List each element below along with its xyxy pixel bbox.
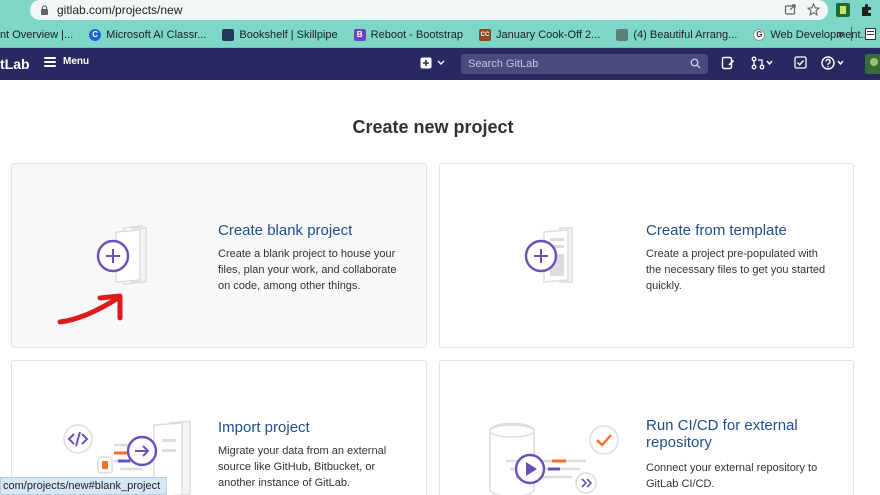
blank-project-illustration-icon bbox=[96, 225, 147, 285]
card-description: Create a blank project to house your fil… bbox=[218, 248, 397, 292]
bookmarks-bar: nt Overview |... C Microsoft AI Classr..… bbox=[0, 22, 880, 48]
import-project-card[interactable]: Import project Migrate your data from an… bbox=[11, 360, 427, 495]
run-cicd-card[interactable]: Run CI/CD for external repository Connec… bbox=[439, 360, 854, 495]
menu-button[interactable]: Menu bbox=[44, 56, 89, 67]
pinterest-icon bbox=[616, 28, 629, 41]
bookmark-item[interactable]: B Reboot - Bootstrap bbox=[353, 28, 463, 41]
help-icon[interactable] bbox=[821, 56, 849, 70]
bookmark-item[interactable]: (4) Beautiful Arrang... bbox=[616, 28, 738, 41]
chevron-down-icon bbox=[437, 60, 445, 65]
card-title: Run CI/CD for external repository bbox=[646, 417, 798, 451]
google-icon: G bbox=[753, 28, 766, 41]
card-description: Create a project pre-populated with the … bbox=[646, 248, 826, 292]
bookmark-label: Web Development... bbox=[770, 28, 870, 41]
merge-request-icon[interactable] bbox=[751, 56, 773, 70]
bookmark-label: Bookshelf | Skillpipe bbox=[239, 28, 338, 41]
hamburger-icon bbox=[44, 56, 56, 67]
share-icon[interactable] bbox=[784, 3, 797, 16]
new-dropdown-button[interactable] bbox=[420, 57, 445, 69]
template-illustration-icon bbox=[524, 227, 573, 283]
browser-toolbar: gitlab.com/projects/new bbox=[0, 0, 880, 22]
search-placeholder: Search GitLab bbox=[468, 58, 539, 70]
bookmark-item[interactable]: C Microsoft AI Classr... bbox=[89, 28, 207, 41]
card-description: Migrate your data from an external sourc… bbox=[218, 445, 387, 489]
page-title: Create new project bbox=[352, 117, 514, 137]
card-title: Create from template bbox=[646, 222, 787, 239]
gitlab-header: tLab Menu Search GitLab bbox=[0, 48, 880, 80]
extension-icon[interactable] bbox=[836, 3, 850, 17]
bookmark-label: January Cook-Off 2... bbox=[496, 28, 601, 41]
lock-icon bbox=[41, 5, 48, 15]
create-from-template-card[interactable]: Create from template Create a project pr… bbox=[439, 163, 854, 348]
create-blank-project-card[interactable]: Create blank project Create a blank proj… bbox=[11, 163, 427, 348]
red-arrow-annotation-icon bbox=[57, 293, 123, 325]
bookmark-label: Reboot - Bootstrap bbox=[370, 28, 463, 41]
bookmark-label: nt Overview |... bbox=[0, 28, 74, 41]
codechef-icon: CC bbox=[479, 28, 491, 41]
bookmark-label: Microsoft AI Classr... bbox=[106, 28, 207, 41]
search-icon bbox=[690, 58, 701, 69]
card-title: Import project bbox=[218, 419, 310, 436]
bookmarks-separator bbox=[851, 27, 852, 41]
bookmark-item[interactable]: nt Overview |... bbox=[0, 29, 73, 41]
bookmark-star-icon[interactable] bbox=[807, 3, 820, 16]
url-text: gitlab.com/projects/new bbox=[57, 3, 183, 17]
card-description: Connect your external repository to GitL… bbox=[646, 462, 818, 490]
todo-check-icon[interactable] bbox=[794, 56, 807, 69]
bookmark-label: (4) Beautiful Arrang... bbox=[633, 28, 738, 41]
cicd-illustration-icon bbox=[489, 422, 619, 495]
puzzle-icon[interactable] bbox=[859, 3, 873, 17]
bookmark-favicon-icon: C bbox=[89, 28, 102, 41]
bootstrap-icon: B bbox=[353, 28, 366, 41]
gitlab-logo[interactable]: tLab bbox=[0, 56, 30, 72]
more-bookmarks-button[interactable]: » bbox=[837, 27, 844, 41]
reading-list-icon[interactable] bbox=[865, 28, 876, 40]
plus-square-icon bbox=[420, 57, 432, 69]
browser-status-bar: com/projects/new#blank_project bbox=[0, 477, 168, 495]
search-input[interactable]: Search GitLab bbox=[461, 54, 708, 74]
book-icon bbox=[222, 28, 235, 41]
avatar[interactable] bbox=[865, 54, 880, 74]
issues-icon[interactable] bbox=[721, 56, 735, 70]
menu-label: Menu bbox=[63, 56, 90, 67]
address-bar[interactable]: gitlab.com/projects/new bbox=[30, 0, 828, 20]
card-title: Create blank project bbox=[218, 222, 353, 239]
bookmark-item[interactable]: CC January Cook-Off 2... bbox=[479, 28, 601, 41]
bookmark-item[interactable]: G Web Development... bbox=[753, 28, 870, 41]
bookmark-item[interactable]: Bookshelf | Skillpipe bbox=[222, 28, 338, 41]
